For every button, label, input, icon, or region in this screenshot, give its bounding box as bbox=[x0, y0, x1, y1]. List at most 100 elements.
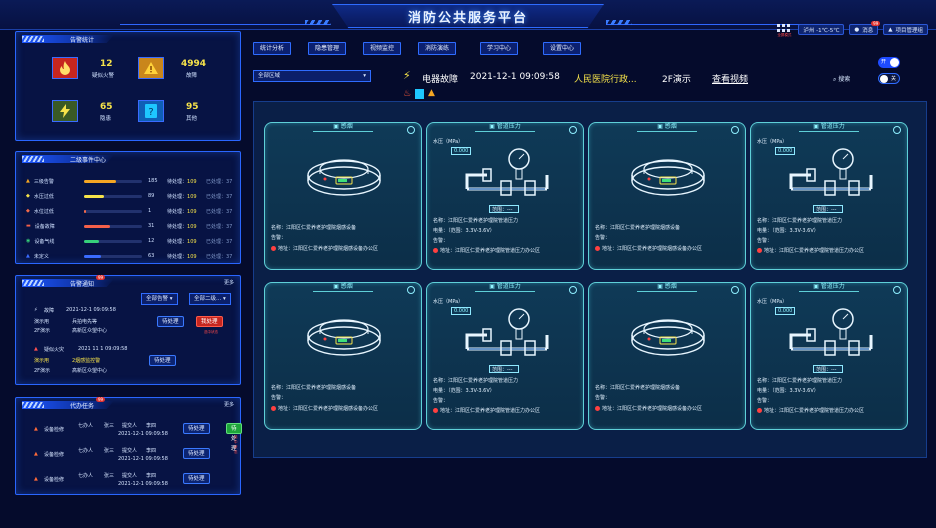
device-address: 地址：江阳区仁爱养老护理院烟感设备办公区 bbox=[271, 405, 378, 412]
pending-count: 待处理：109 bbox=[167, 208, 197, 215]
tab-1[interactable]: 统计分析 bbox=[253, 42, 292, 55]
event-row[interactable]: ◉ 设备气线 12 待处理：109 已处理：37 bbox=[26, 236, 236, 246]
warning-icon: ▲ bbox=[34, 426, 38, 432]
user-icon: ▲ bbox=[888, 26, 893, 33]
pending-button[interactable]: 待处理 bbox=[226, 423, 242, 452]
pending-count: 待处理：109 bbox=[167, 253, 197, 260]
event-row[interactable]: ◆ 水压过低 89 待处理：109 已处理：37 bbox=[26, 191, 236, 201]
device-address: 地址：江阳区仁爱养老护理院烟感设备办公区 bbox=[595, 405, 702, 412]
todo-field: 李四 bbox=[146, 423, 157, 429]
location-icon bbox=[757, 408, 762, 413]
region-select[interactable]: 全部区域 ▾ bbox=[253, 70, 371, 82]
pipe-pressure-card[interactable]: ▣ 管道压力 水压（MPa） 0.000 范围：--- 名称：江阳区仁爱养老护理院管道… bbox=[426, 122, 584, 270]
done-count: 已处理：37 bbox=[206, 223, 233, 230]
message-badge: 99 bbox=[871, 21, 881, 26]
pending-button[interactable]: 待处理 bbox=[149, 355, 176, 366]
clock-icon[interactable] bbox=[569, 286, 577, 294]
tab-6[interactable]: 设置中心 bbox=[543, 42, 582, 55]
card-title-text: 感烟 bbox=[664, 123, 677, 130]
chevron-down-icon: ▾ bbox=[363, 73, 366, 79]
location-icon bbox=[595, 246, 600, 251]
filter-alarm-select[interactable]: 全部告警 ▾ bbox=[141, 293, 178, 305]
range-value: 范围：--- bbox=[489, 205, 519, 213]
pipe-pressure-card[interactable]: ▣ 管道压力 水压（MPa） 0.000 范围：--- 名称：江阳区仁爱养老护理院管道… bbox=[426, 282, 584, 430]
pending-value: 109 bbox=[187, 238, 197, 245]
todo-field: 张三 bbox=[104, 423, 115, 429]
clock-icon[interactable] bbox=[407, 126, 415, 134]
pending-label: 待处理： bbox=[167, 223, 188, 230]
panel-title: 告警统计 bbox=[70, 37, 95, 44]
more-link[interactable]: 更多 bbox=[224, 401, 234, 408]
clock-icon[interactable] bbox=[407, 286, 415, 294]
clock-icon[interactable] bbox=[893, 286, 901, 294]
pending-button[interactable]: 待处理 bbox=[183, 448, 210, 459]
notice-type: 疑似火灾 bbox=[44, 347, 65, 353]
todo-field: 七办人 bbox=[78, 448, 94, 454]
more-link[interactable]: 更多 bbox=[224, 279, 234, 286]
handle-button[interactable]: 我处理 bbox=[196, 316, 223, 327]
event-row[interactable]: ▲ 三级告警 185 待处理：109 已处理：37 bbox=[26, 176, 236, 186]
card-title-text: 感烟 bbox=[340, 283, 353, 290]
pipe-pressure-card[interactable]: ▣ 管道压力 水压（MPa） 0.000 范围：--- 名称：江阳区仁爱养老护理院管道… bbox=[750, 282, 908, 430]
toggle-on[interactable]: 开 bbox=[878, 57, 900, 68]
clock-icon[interactable] bbox=[731, 286, 739, 294]
pressure-unit: 水压（MPa） bbox=[433, 299, 464, 305]
smoke-detector-card[interactable]: ▣ 感烟 名称：江阳区仁爱养老护理院烟感设备 告警： 地址：江阳区仁爱养老护理院烟感… bbox=[588, 122, 746, 270]
todo-time: 2021-12-1 09:09:58 bbox=[118, 431, 168, 437]
messages-button[interactable]: ● 消息 99 bbox=[849, 21, 881, 35]
progress-fill bbox=[84, 209, 87, 213]
view-video-link[interactable]: 查看视频 bbox=[712, 72, 748, 85]
card-title-text: 管道压力 bbox=[496, 283, 521, 290]
smoke-detector-card[interactable]: ▣ 感烟 名称：江阳区仁爱养老护理院烟感设备 告警： 地址：江阳区仁爱养老护理院烟感… bbox=[264, 122, 422, 270]
tab-4[interactable]: 消防演练 bbox=[418, 42, 457, 55]
device-address: 地址：江阳区仁爱养老护理院烟感设备办公区 bbox=[271, 245, 378, 252]
done-count: 已处理：37 bbox=[206, 253, 233, 260]
alarm-stats-panel: 告警统计 12 疑似火警 4994 故障 65 隐患 ? 95 其他 bbox=[15, 31, 241, 141]
smoke-detector-card[interactable]: ▣ 感烟 名称：江阳区仁爱养老护理院烟感设备 告警： 地址：江阳区仁爱养老护理院烟感… bbox=[588, 282, 746, 430]
filter-level-value: 全部二级... bbox=[194, 296, 222, 302]
filter-level-select[interactable]: 全部二级... ▾ bbox=[189, 293, 231, 305]
card-title-text: 管道压力 bbox=[820, 123, 845, 130]
pipe-pressure-card[interactable]: ▣ 管道压力 水压（MPa） 0.000 范围：--- 名称：江阳区仁爱养老护理院管道… bbox=[750, 122, 908, 270]
todo-badge: 99 bbox=[96, 397, 106, 402]
clock-icon[interactable] bbox=[893, 126, 901, 134]
tab-3[interactable]: 视频监控 bbox=[363, 42, 402, 55]
event-count: 1 bbox=[148, 208, 152, 214]
toggle-off[interactable]: 关 bbox=[878, 73, 900, 84]
address-text: 地址：江阳区仁爱养老护理院管道压力办公区 bbox=[764, 248, 865, 254]
event-row[interactable]: ▲ 未定义 63 待处理：109 已处理：37 bbox=[26, 251, 236, 261]
pressure-gauge-image bbox=[465, 308, 549, 356]
pending-count: 待处理：109 bbox=[167, 223, 197, 230]
grid-icon[interactable]: 全屏模式 bbox=[777, 24, 793, 37]
notice-line: 2F演示 bbox=[34, 368, 51, 374]
smoke-detector-image bbox=[631, 319, 705, 356]
card-title: ▣ 管道压力 bbox=[475, 122, 535, 132]
alarm-notice-panel: 告警通知 99 更多 全部告警 ▾ 全部二级... ▾ ⚡ 故障 2021-12… bbox=[15, 275, 241, 385]
done-count: 已处理：37 bbox=[206, 208, 233, 215]
device-alarm: 告警： bbox=[271, 235, 287, 241]
event-row[interactable]: ▬ 设备故障 31 待处理：109 已处理：37 bbox=[26, 221, 236, 231]
notice-line: 兵拍电先等 bbox=[72, 319, 98, 325]
pressure-gauge-image bbox=[465, 148, 549, 196]
event-label: 三级告警 bbox=[33, 178, 54, 185]
card-title-text: 管道压力 bbox=[820, 283, 845, 290]
event-row[interactable]: ◆ 水位过低 1 待处理：109 已处理：37 bbox=[26, 206, 236, 216]
pending-count: 待处理：109 bbox=[167, 178, 197, 185]
warning-icon: ▲ bbox=[34, 346, 38, 352]
tab-5[interactable]: 学习中心 bbox=[480, 42, 519, 55]
notice-type: 故障 bbox=[44, 308, 55, 314]
device-alarm: 告警： bbox=[757, 398, 773, 404]
user-menu[interactable]: ▲ 项目管理组 bbox=[883, 24, 928, 35]
card-title-text: 感烟 bbox=[340, 123, 353, 130]
stat-label: 故障 bbox=[186, 73, 198, 79]
smoke-detector-image bbox=[307, 159, 381, 196]
search-button[interactable]: ⌕ 搜索 bbox=[833, 74, 850, 84]
device-name: 名称：江阳区仁爱养老护理院管道压力 bbox=[757, 378, 843, 384]
tab-2[interactable]: 隐患管理 bbox=[308, 42, 347, 55]
pending-button[interactable]: 待处理 bbox=[183, 473, 210, 484]
pending-button[interactable]: 待处理 bbox=[183, 423, 210, 434]
pending-button[interactable]: 待处理 bbox=[157, 316, 184, 327]
clock-icon[interactable] bbox=[731, 126, 739, 134]
smoke-detector-card[interactable]: ▣ 感烟 名称：江阳区仁爱养老护理院烟感设备 告警： 地址：江阳区仁爱养老护理院烟感… bbox=[264, 282, 422, 430]
clock-icon[interactable] bbox=[569, 126, 577, 134]
